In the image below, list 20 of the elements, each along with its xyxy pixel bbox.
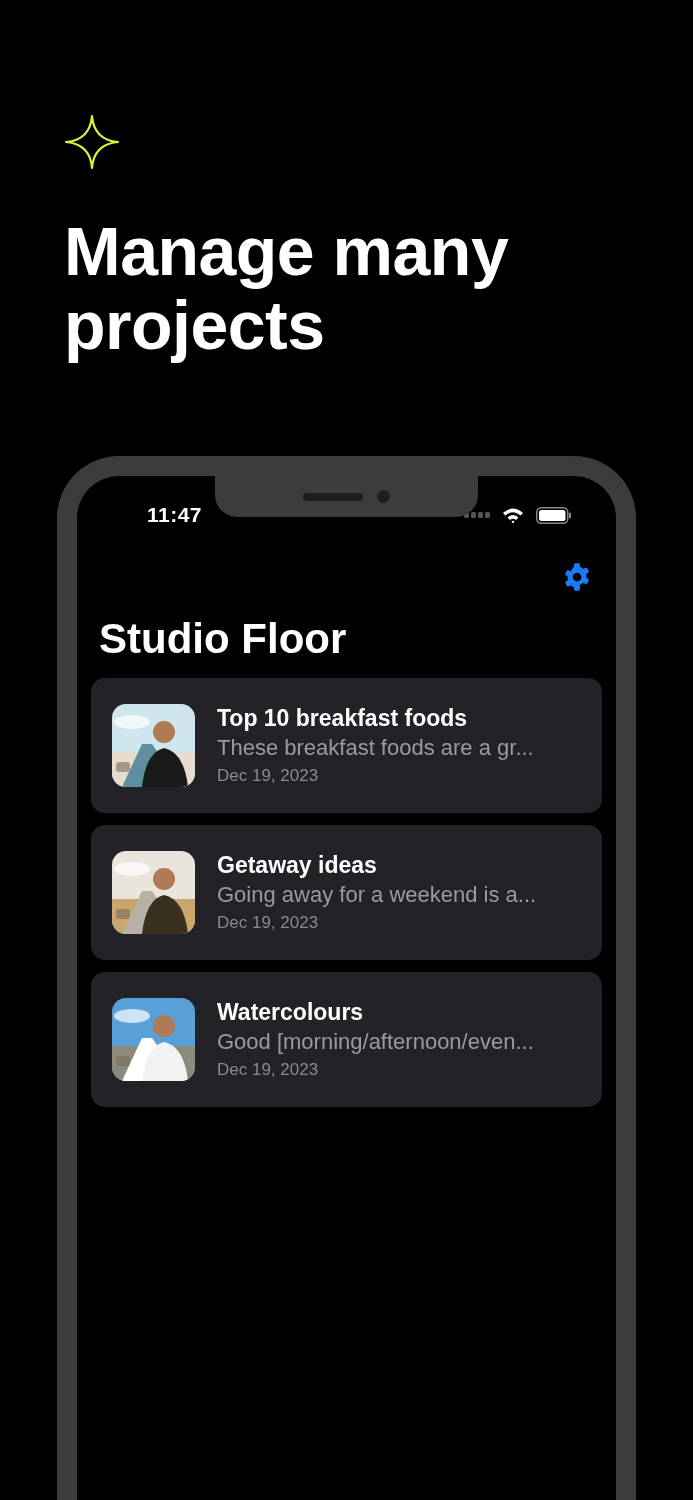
- project-excerpt: Good [morning/afternoon/even...: [217, 1029, 534, 1055]
- project-date: Dec 19, 2023: [217, 766, 320, 786]
- project-card[interactable]: Watercolours Good [morning/afternoon/even... Dec 19, 2023: [91, 972, 602, 1107]
- settings-button[interactable]: [562, 562, 592, 592]
- project-excerpt: Going away for a weekend is a...: [217, 882, 537, 908]
- signal-icon: [464, 512, 490, 518]
- status-time: 11:47: [147, 503, 203, 527]
- app-title: Studio Floor: [99, 614, 348, 664]
- wifi-icon: [502, 506, 524, 524]
- project-date: Dec 19, 2023: [217, 1060, 320, 1080]
- sparkle-icon: [64, 114, 120, 170]
- battery-icon: [536, 506, 572, 524]
- project-card[interactable]: Getaway ideas Going away for a weekend is a... Dec 19, 2023: [91, 825, 602, 960]
- project-title: Watercolours: [217, 999, 365, 1026]
- project-date: Dec 19, 2023: [217, 913, 320, 933]
- project-card[interactable]: Top 10 breakfast foods These breakfast foods are a gr... Dec 19, 2023: [91, 678, 602, 813]
- project-excerpt: These breakfast foods are a gr...: [217, 735, 534, 761]
- project-title: Top 10 breakfast foods: [217, 705, 469, 732]
- project-title: Getaway ideas: [217, 852, 378, 879]
- headline: Manage many projects: [64, 214, 510, 362]
